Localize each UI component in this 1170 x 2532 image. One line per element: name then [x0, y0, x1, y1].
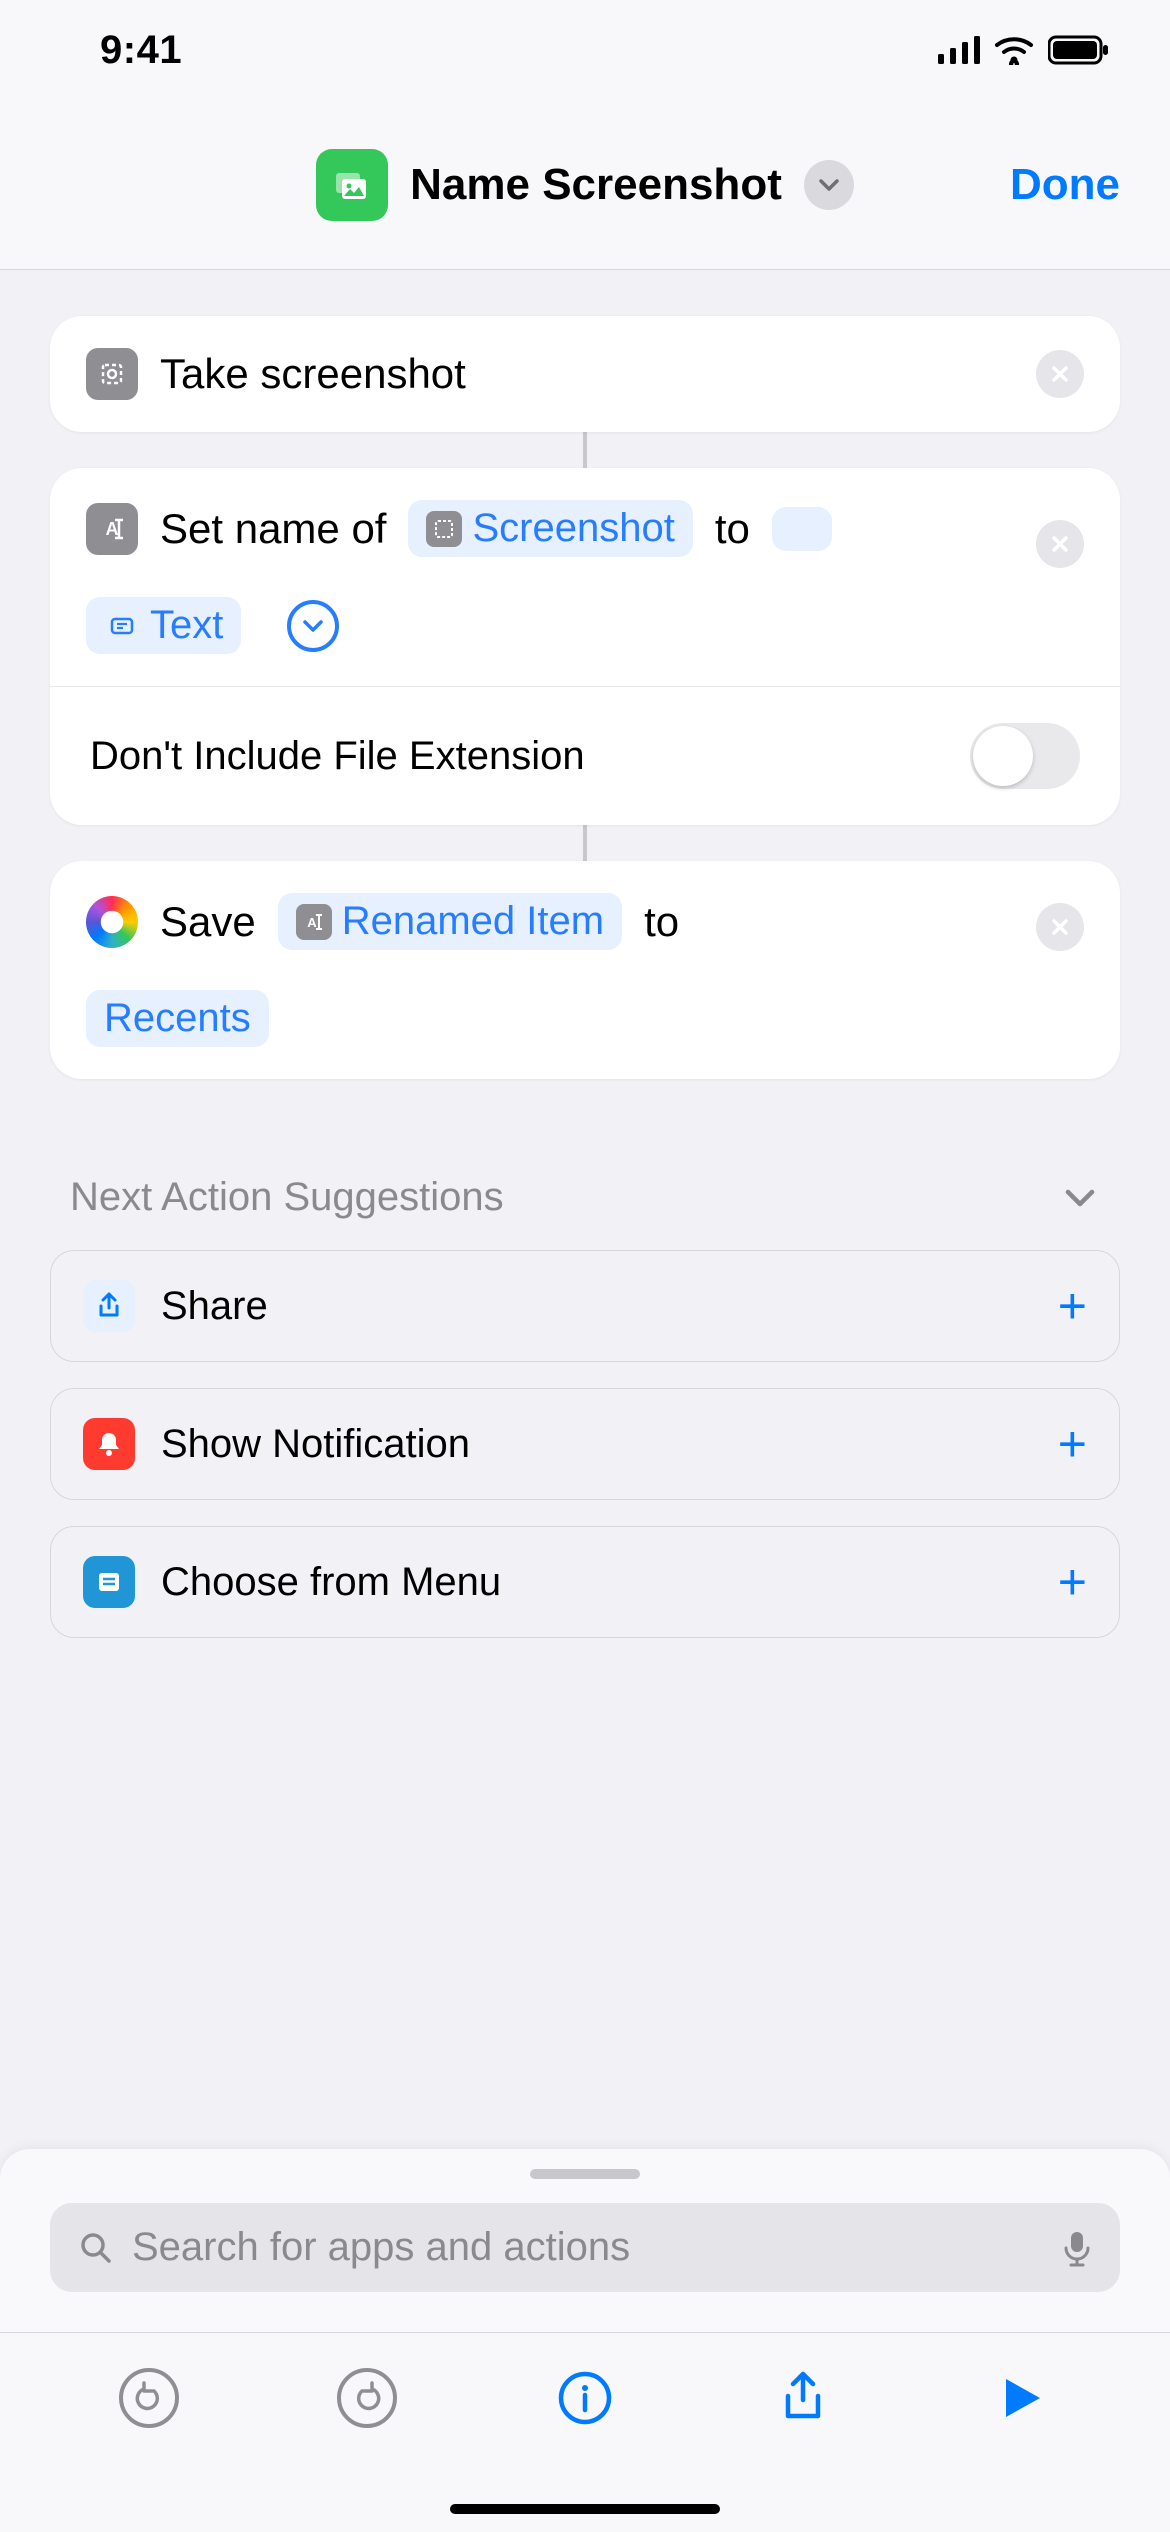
suggestion-label: Show Notification	[161, 1422, 1032, 1467]
wifi-icon	[994, 35, 1034, 65]
expand-options-button[interactable]	[287, 600, 339, 652]
battery-icon	[1048, 35, 1110, 65]
run-button[interactable]	[986, 2363, 1056, 2433]
suggestion-label: Share	[161, 1284, 1032, 1329]
action-search-drawer[interactable]: Search for apps and actions	[0, 2149, 1170, 2332]
suggestion-share[interactable]: Share +	[50, 1250, 1120, 1362]
action-connector	[583, 825, 587, 861]
screenshot-variable-icon	[426, 511, 462, 547]
action-mid: to	[715, 505, 750, 553]
shortcut-title: Name Screenshot	[410, 160, 782, 210]
status-bar: 9:41	[0, 0, 1170, 100]
option-file-extension-row: Don't Include File Extension	[50, 687, 1120, 825]
search-field[interactable]: Search for apps and actions	[50, 2203, 1120, 2292]
action-take-screenshot[interactable]: Take screenshot	[50, 316, 1120, 432]
header: Name Screenshot Done	[0, 100, 1170, 270]
close-icon	[1050, 534, 1070, 554]
share-icon	[83, 1280, 135, 1332]
delete-action-button[interactable]	[1036, 903, 1084, 951]
share-icon	[778, 2368, 828, 2428]
action-save-photo[interactable]: Save A Renamed Item to Recents	[50, 861, 1120, 1079]
add-suggestion-button[interactable]: +	[1058, 1415, 1087, 1473]
rename-variable-icon: A	[296, 904, 332, 940]
rename-icon: A	[86, 503, 138, 555]
play-icon	[996, 2373, 1046, 2423]
bell-icon	[83, 1418, 135, 1470]
file-extension-toggle[interactable]	[970, 723, 1080, 789]
status-time: 9:41	[100, 28, 182, 73]
delete-action-button[interactable]	[1036, 520, 1084, 568]
photos-app-icon	[86, 896, 138, 948]
svg-text:A: A	[307, 915, 317, 930]
action-prefix: Set name of	[160, 505, 386, 553]
variable-label: Renamed Item	[342, 899, 604, 944]
microphone-icon[interactable]	[1062, 2228, 1092, 2268]
action-set-name[interactable]: A Set name of Screenshot to Text	[50, 468, 1120, 825]
shortcut-options-dropdown[interactable]	[804, 160, 854, 210]
action-connector	[583, 432, 587, 468]
action-label: Take screenshot	[160, 350, 466, 398]
search-placeholder: Search for apps and actions	[132, 2225, 1044, 2270]
toggle-knob	[973, 726, 1033, 786]
chevron-down-icon	[817, 173, 841, 197]
option-label: Don't Include File Extension	[90, 734, 585, 779]
delete-action-button[interactable]	[1036, 350, 1084, 398]
screenshot-icon	[86, 348, 138, 400]
add-suggestion-button[interactable]: +	[1058, 1553, 1087, 1611]
variable-screenshot-token[interactable]: Screenshot	[408, 500, 692, 557]
close-icon	[1050, 917, 1070, 937]
variable-label: Screenshot	[472, 506, 674, 551]
suggestions-header[interactable]: Next Action Suggestions	[50, 1115, 1120, 1250]
redo-button[interactable]	[332, 2363, 402, 2433]
name-value-field[interactable]	[772, 507, 832, 551]
variable-renamed-item-token[interactable]: A Renamed Item	[278, 893, 622, 950]
chevron-down-icon	[300, 613, 326, 639]
status-indicators	[938, 35, 1110, 65]
suggestion-notification[interactable]: Show Notification +	[50, 1388, 1120, 1500]
destination-album-token[interactable]: Recents	[86, 990, 269, 1047]
suggestions-title: Next Action Suggestions	[70, 1175, 504, 1220]
chevron-down-icon	[1060, 1178, 1100, 1218]
suggestion-label: Choose from Menu	[161, 1560, 1032, 1605]
action-mid: to	[644, 898, 679, 946]
share-shortcut-button[interactable]	[768, 2363, 838, 2433]
bottom-toolbar	[0, 2332, 1170, 2532]
shortcut-app-icon	[316, 149, 388, 221]
undo-button[interactable]	[114, 2363, 184, 2433]
redo-icon	[350, 2381, 384, 2415]
info-button[interactable]	[550, 2363, 620, 2433]
text-variable-icon	[104, 608, 140, 644]
variable-text-token[interactable]: Text	[86, 597, 241, 654]
home-indicator[interactable]	[450, 2504, 720, 2514]
variable-label: Text	[150, 603, 223, 648]
action-list: Take screenshot A Set name of Screenshot…	[0, 270, 1170, 1638]
suggestion-menu[interactable]: Choose from Menu +	[50, 1526, 1120, 1638]
info-icon	[557, 2370, 613, 2426]
done-button[interactable]: Done	[1010, 160, 1120, 210]
undo-icon	[132, 2381, 166, 2415]
action-prefix: Save	[160, 898, 256, 946]
add-suggestion-button[interactable]: +	[1058, 1277, 1087, 1335]
menu-icon	[83, 1556, 135, 1608]
header-title-group[interactable]: Name Screenshot	[316, 149, 854, 221]
drawer-handle[interactable]	[530, 2169, 640, 2179]
svg-text:A: A	[106, 519, 119, 539]
cellular-icon	[938, 36, 980, 64]
destination-label: Recents	[104, 996, 251, 1041]
close-icon	[1050, 364, 1070, 384]
search-icon	[78, 2230, 114, 2266]
